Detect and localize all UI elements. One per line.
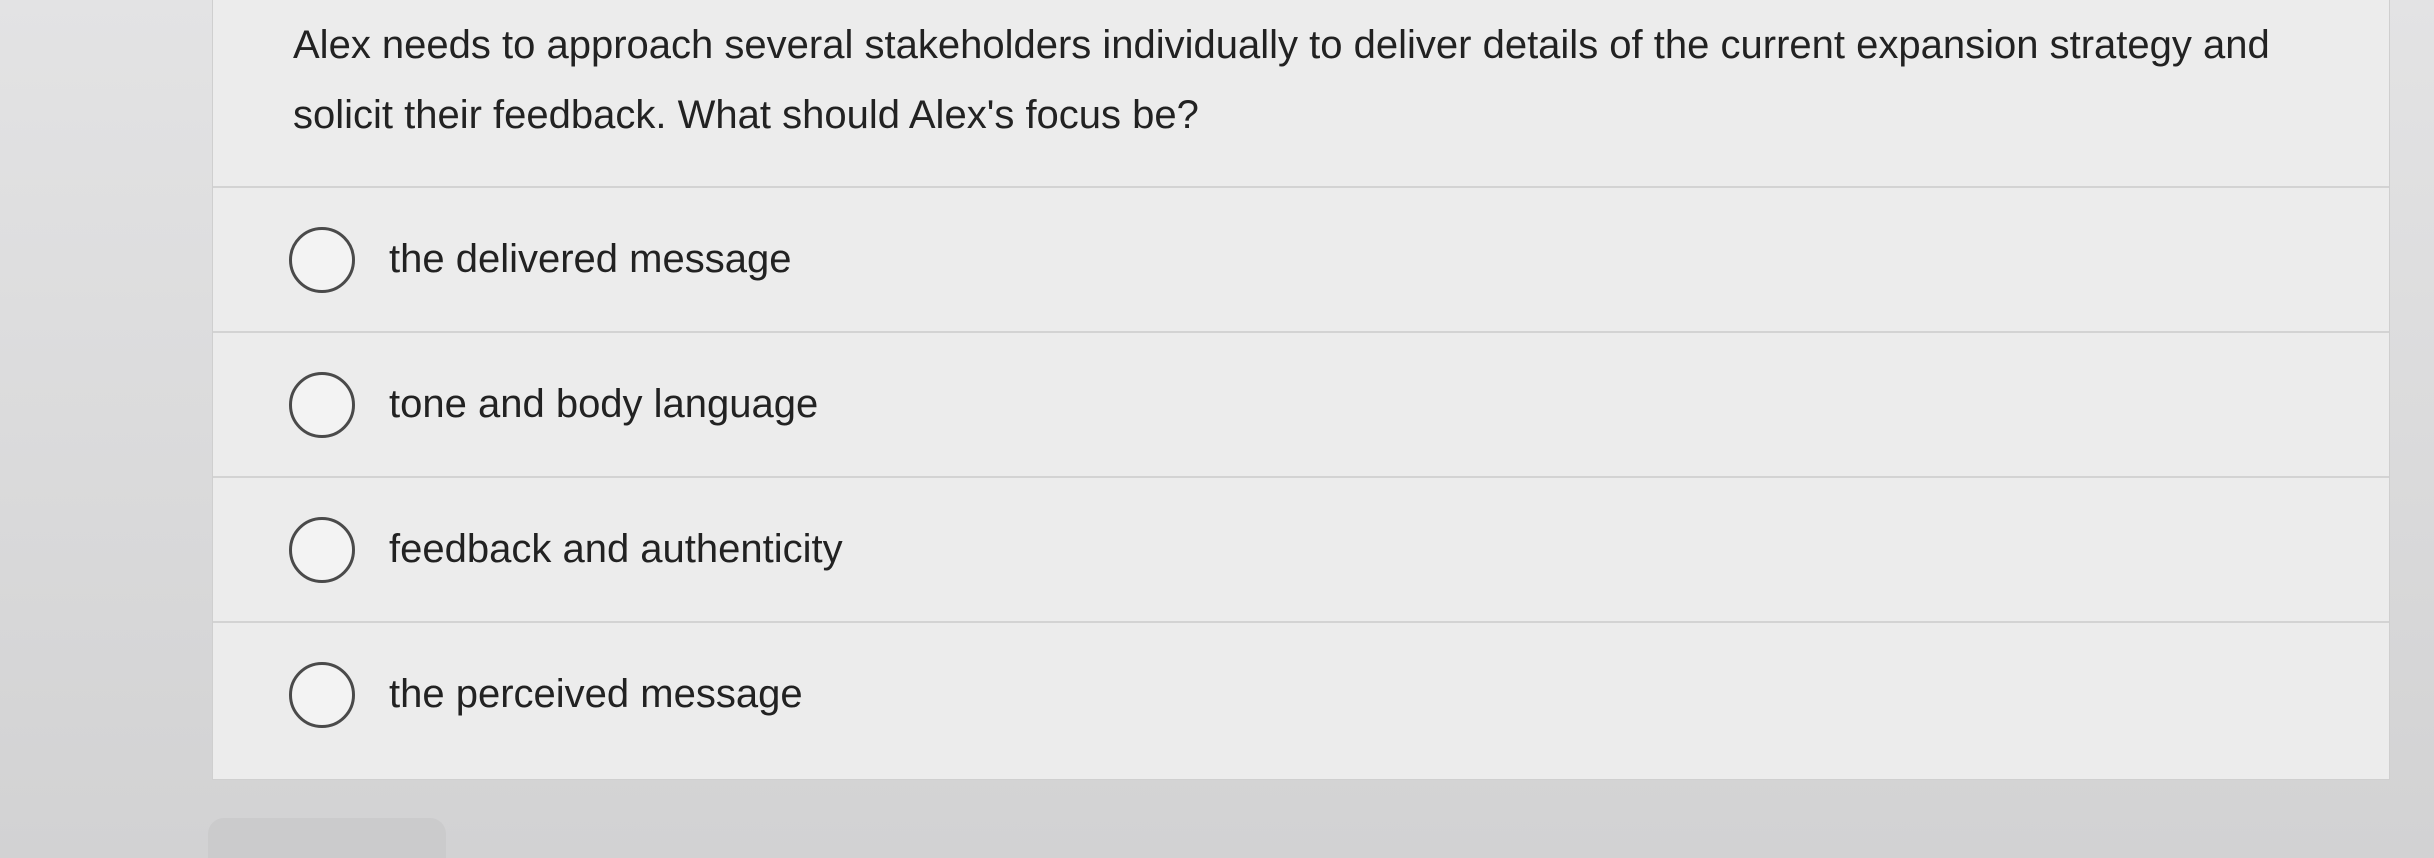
answer-option-label: the delivered message (389, 237, 792, 281)
radio-button-icon[interactable] (289, 226, 355, 293)
question-text: Alex needs to approach several stakehold… (293, 23, 2270, 137)
submit-button[interactable] (208, 818, 446, 858)
answer-options: the delivered message tone and body lang… (213, 186, 2389, 766)
answer-option-3[interactable]: feedback and authenticity (213, 476, 2389, 621)
answer-option-4[interactable]: the perceived message (213, 621, 2389, 766)
screen: Alex needs to approach several stakehold… (0, 0, 2434, 858)
answer-option-label: the perceived message (389, 672, 803, 716)
radio-button-icon[interactable] (289, 516, 355, 583)
question-card: Alex needs to approach several stakehold… (212, 0, 2390, 780)
answer-option-2[interactable]: tone and body language (213, 331, 2389, 476)
radio-button-icon[interactable] (289, 371, 355, 438)
answer-option-label: tone and body language (389, 382, 819, 426)
radio-button-icon[interactable] (289, 661, 355, 728)
answer-option-label: feedback and authenticity (389, 527, 843, 571)
answer-option-1[interactable]: the delivered message (213, 186, 2389, 331)
